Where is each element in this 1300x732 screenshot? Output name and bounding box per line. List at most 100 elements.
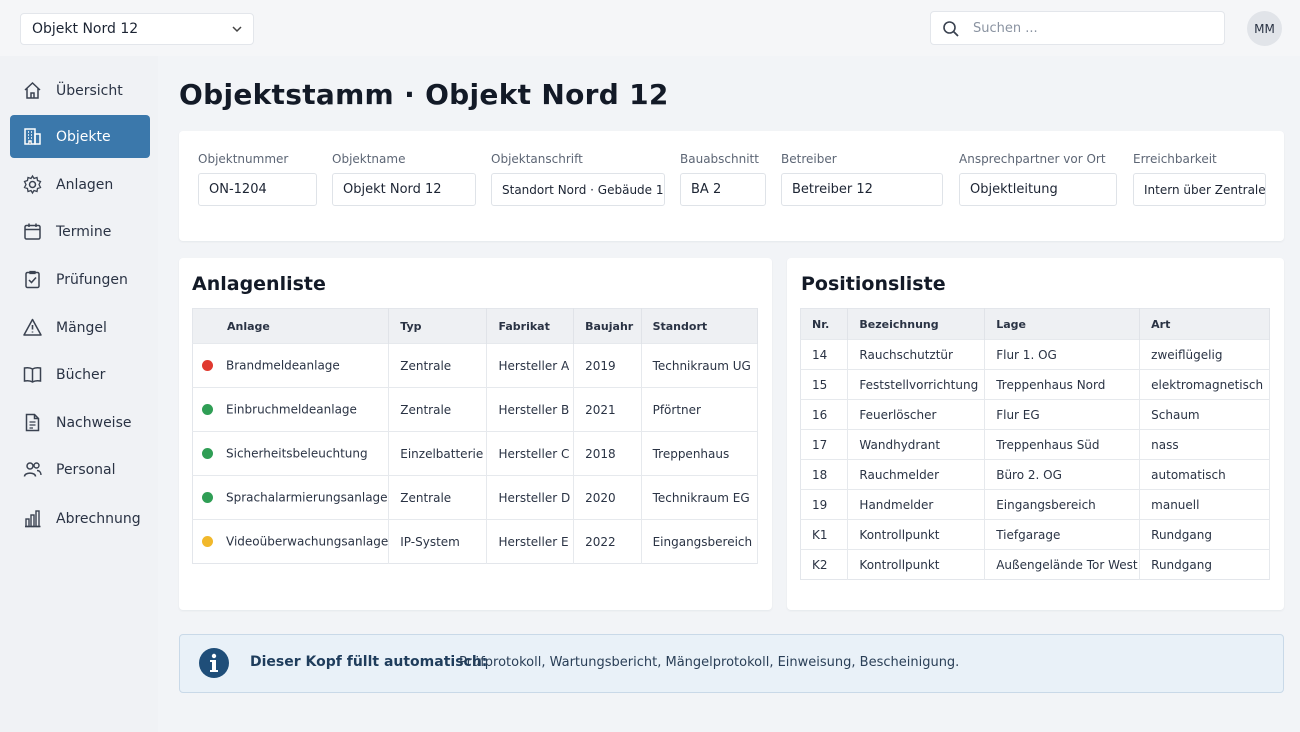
sidebar-item-personal[interactable]: Personal <box>10 448 150 491</box>
sidebar-item-label: Bücher <box>56 367 106 383</box>
sidebar-item-objekte[interactable]: Objekte <box>10 115 150 158</box>
column-header[interactable]: Standort <box>641 308 759 344</box>
table-header-row: Nr. Bezeichnung Lage Art <box>800 308 1270 340</box>
document-icon <box>25 413 40 432</box>
avatar[interactable]: MM <box>1247 11 1282 46</box>
table-row[interactable]: K2 Kontrollpunkt Außengelände Tor West Rund… <box>800 549 1270 580</box>
table-row[interactable]: Videoüberwachungsanlage IP-System Herstell… <box>192 519 759 564</box>
column-header[interactable]: Bezeichnung <box>847 308 986 340</box>
column-header[interactable]: Anlage <box>192 308 390 344</box>
status-dot <box>202 404 213 416</box>
objektnummer-field[interactable]: ON-1204 <box>198 173 317 206</box>
field-label-erreichbarkeit: Erreichbarkeit <box>1133 152 1217 166</box>
sidebar-item-label: Personal <box>56 462 116 478</box>
ansprechpartner-field[interactable]: Objektleitung <box>959 173 1117 206</box>
table-cell-baujahr: 2020 <box>573 475 642 520</box>
column-header[interactable]: Lage <box>984 308 1141 340</box>
sidebar-item-abrechnung[interactable]: Abrechnung <box>10 497 150 540</box>
people-icon <box>23 462 42 477</box>
table-row[interactable]: 19 Handmelder Eingangsbereich manuell <box>800 489 1270 520</box>
bauabschnitt-field[interactable]: BA 2 <box>680 173 766 206</box>
table-row[interactable]: 15 Feststellvorrichtung Treppenhaus Nord el… <box>800 369 1270 400</box>
sidebar-item-pruefungen[interactable]: Prüfungen <box>10 258 150 301</box>
sidebar-item-nachweise[interactable]: Nachweise <box>10 401 150 444</box>
sidebar-item-label: Übersicht <box>56 83 123 99</box>
sidebar-item-label: Abrechnung <box>56 511 141 527</box>
info-icon <box>199 648 229 678</box>
betreiber-field[interactable]: Betreiber 12 <box>781 173 943 206</box>
column-header[interactable]: Typ <box>388 308 488 344</box>
table-row[interactable]: Brandmeldeanlage Zentrale Hersteller A 2019… <box>192 343 759 388</box>
table-cell-bezeichnung: Kontrollpunkt <box>847 549 986 580</box>
sidebar-item-buecher[interactable]: Bücher <box>10 353 150 396</box>
column-header[interactable]: Art <box>1139 308 1270 340</box>
gear-icon <box>23 174 42 195</box>
sidebar-item-uebersicht[interactable]: Übersicht <box>10 69 150 112</box>
table-cell-lage: Tiefgarage <box>984 519 1141 550</box>
table-cell-standort: Eingangsbereich <box>641 519 759 564</box>
table-cell-lage: Flur 1. OG <box>984 339 1141 370</box>
status-dot <box>202 536 213 548</box>
book-icon <box>23 366 42 383</box>
table-cell-fabrikat: Hersteller D <box>486 475 575 520</box>
table-cell-nr: 15 <box>800 369 849 400</box>
field-label-bauabschnitt: Bauabschnitt <box>680 152 759 166</box>
table-cell-lage: Außengelände Tor West <box>984 549 1141 580</box>
erreichbarkeit-field[interactable]: Intern über Zentrale <box>1133 173 1266 206</box>
table-cell-anlage: Sprachalarmierungsanlage <box>192 475 390 520</box>
table-row[interactable]: Einbruchmeldeanlage Zentrale Hersteller B2… <box>192 387 759 432</box>
field-label-ansprechpartner: Ansprechpartner vor Ort <box>959 152 1106 166</box>
table-cell-baujahr: 2018 <box>573 431 642 476</box>
table-row[interactable]: Sprachalarmierungsanlage Zentrale Herstell… <box>192 475 759 520</box>
table-cell-art: elektromagnetisch <box>1139 369 1270 400</box>
table-row[interactable]: 18 Rauchmelder Büro 2. OG automatisch <box>800 459 1270 490</box>
sidebar-item-label: Anlagen <box>56 177 114 193</box>
table-cell-typ: Zentrale <box>388 475 488 520</box>
table-cell-anlage: Videoüberwachungsanlage <box>192 519 390 564</box>
sidebar-item-maengel[interactable]: Mängel <box>10 306 150 349</box>
anlage-name: Brandmeldeanlage <box>226 358 340 373</box>
bar-chart-icon <box>25 510 41 528</box>
table-row[interactable]: 16 Feuerlöscher Flur EG Schaum <box>800 399 1270 430</box>
table-row[interactable]: 14 Rauchschutztür Flur 1. OG zweiflügelig <box>800 339 1270 370</box>
column-header[interactable]: Baujahr <box>573 308 642 344</box>
object-selector-value: Objekt Nord 12 <box>32 21 139 37</box>
status-dot <box>202 492 213 504</box>
sidebar-item-anlagen[interactable]: Anlagen <box>10 163 150 206</box>
anlage-name: Sicherheitsbeleuchtung <box>226 446 368 461</box>
table-cell-lage: Treppenhaus Nord <box>984 369 1141 400</box>
sidebar-item-termine[interactable]: Termine <box>10 210 150 253</box>
table-cell-typ: Zentrale <box>388 387 488 432</box>
table-cell-fabrikat: Hersteller A <box>486 343 575 388</box>
table-cell-typ: IP-System <box>388 519 488 564</box>
table-cell-baujahr: 2019 <box>573 343 642 388</box>
search-input[interactable] <box>973 18 1213 38</box>
objektname-field[interactable]: Objekt Nord 12 <box>332 173 476 206</box>
table-cell-fabrikat: Hersteller E <box>486 519 575 564</box>
search-icon <box>943 21 959 37</box>
table-cell-standort: Technikraum EG <box>641 475 759 520</box>
table-row[interactable]: 17 Wandhydrant Treppenhaus Süd nass <box>800 429 1270 460</box>
field-label-objektnummer: Objektnummer <box>198 152 289 166</box>
field-label-objektname: Objektname <box>332 152 406 166</box>
sidebar-item-label: Nachweise <box>56 415 132 431</box>
column-header[interactable]: Nr. <box>800 308 849 340</box>
table-row[interactable]: Sicherheitsbeleuchtung Einzelbatterie Hers… <box>192 431 759 476</box>
table-cell-anlage: Sicherheitsbeleuchtung <box>192 431 390 476</box>
table-cell-art: automatisch <box>1139 459 1270 490</box>
building-icon <box>24 128 41 145</box>
table-cell-baujahr: 2021 <box>573 387 642 432</box>
objektanschrift-field[interactable]: Standort Nord · Gebäude 12 <box>491 173 665 206</box>
table-cell-standort: Pförtner <box>641 387 759 432</box>
table-row[interactable]: K1 Kontrollpunkt Tiefgarage Rundgang <box>800 519 1270 550</box>
column-header[interactable]: Fabrikat <box>486 308 575 344</box>
sidebar-item-label: Prüfungen <box>56 272 128 288</box>
table-cell-lage: Eingangsbereich <box>984 489 1141 520</box>
table-cell-lage: Flur EG <box>984 399 1141 430</box>
object-selector[interactable]: Objekt Nord 12 <box>20 13 254 45</box>
search-box[interactable] <box>930 11 1225 45</box>
status-dot <box>202 360 213 372</box>
table-cell-nr: 17 <box>800 429 849 460</box>
table-cell-bezeichnung: Kontrollpunkt <box>847 519 986 550</box>
anlagenliste-title: Anlagenliste <box>192 273 326 295</box>
